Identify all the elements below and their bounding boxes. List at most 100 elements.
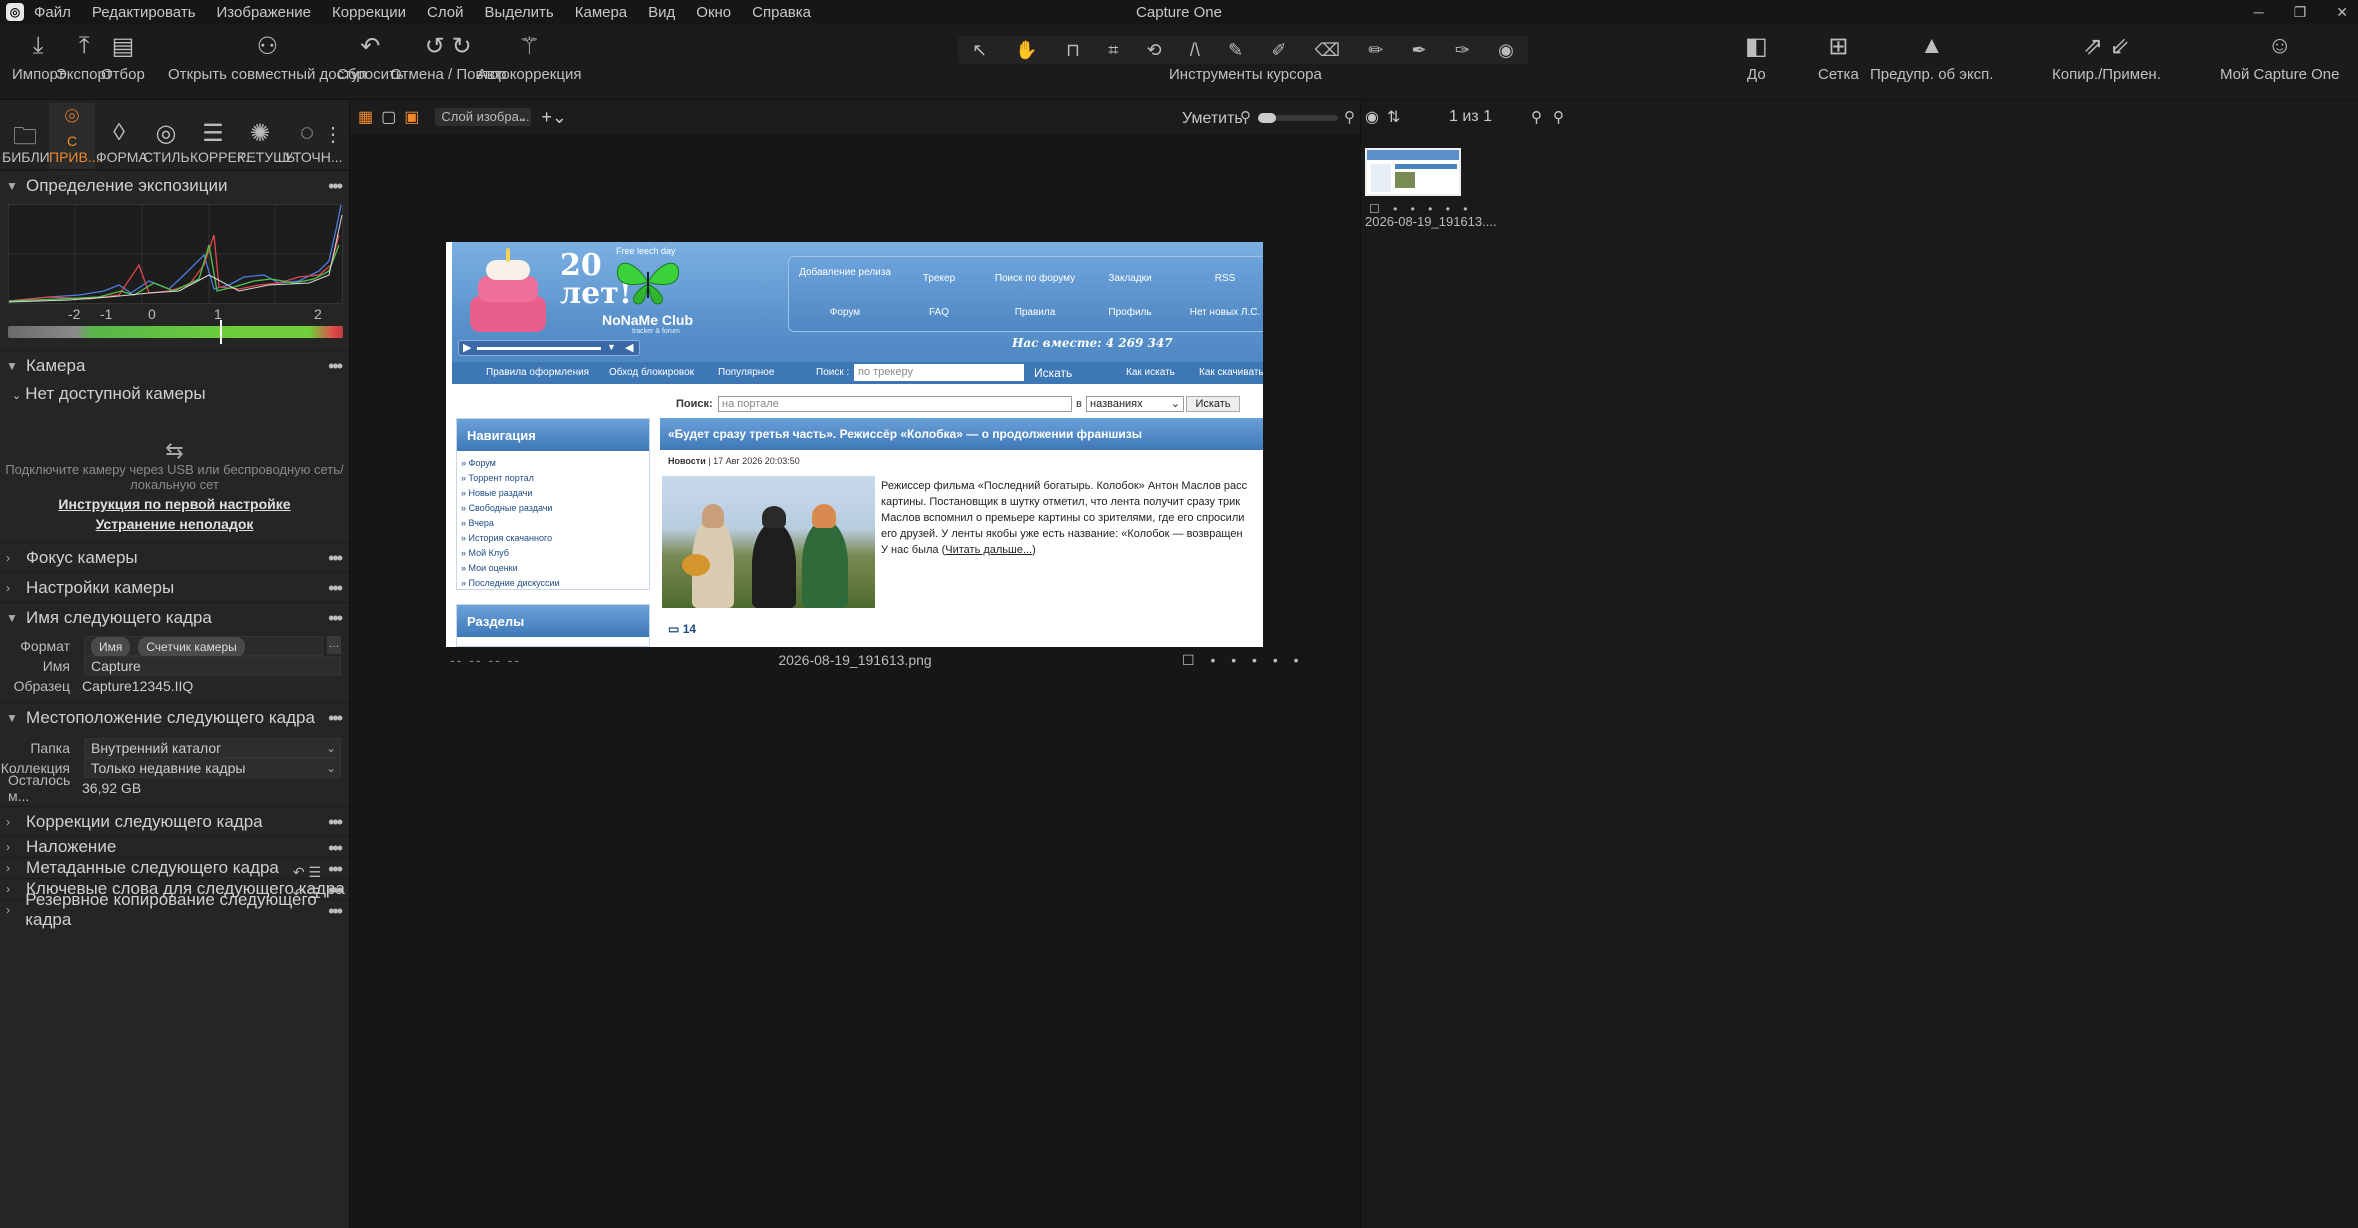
menu-layer[interactable]: Слой bbox=[427, 4, 463, 21]
subnav-popular[interactable]: Популярное bbox=[718, 367, 774, 378]
menu-select[interactable]: Выделить bbox=[485, 4, 554, 21]
portal-search-button[interactable]: Искать bbox=[1186, 396, 1240, 412]
gradient-tool-icon[interactable]: ✏ bbox=[1368, 40, 1383, 61]
nav-link[interactable]: » Свободные раздачи bbox=[461, 501, 649, 516]
nav-link[interactable]: » Последние дискуссии bbox=[461, 576, 649, 591]
more-icon[interactable]: ••• bbox=[328, 812, 343, 833]
layer-select[interactable]: Слой изобра... ⌄ bbox=[435, 108, 532, 126]
nav-tracker[interactable]: Трекер bbox=[891, 273, 987, 284]
tab-library[interactable]: 🗀 БИБЛИ... bbox=[2, 119, 61, 169]
more-icon[interactable]: ••• bbox=[328, 859, 343, 880]
how-search-link[interactable]: Как искать bbox=[1126, 367, 1175, 378]
menu-edit[interactable]: Редактировать bbox=[92, 4, 196, 21]
player-progress[interactable] bbox=[477, 347, 601, 350]
nav-link[interactable]: » История скачанного bbox=[461, 531, 649, 546]
more-tabs-icon[interactable]: ⋮ bbox=[323, 122, 343, 147]
menu-camera[interactable]: Камера bbox=[575, 4, 627, 21]
more-icon[interactable]: ••• bbox=[328, 708, 343, 729]
nav-link[interactable]: » Вчера bbox=[461, 516, 649, 531]
crop-tool-icon[interactable]: ⌗ bbox=[1108, 40, 1118, 61]
zoom-in-icon[interactable]: ⚲ bbox=[1344, 108, 1355, 126]
article-category[interactable]: Новости bbox=[668, 456, 706, 466]
eye-icon[interactable]: ◉ bbox=[1365, 107, 1379, 127]
article-photo[interactable] bbox=[662, 476, 875, 608]
hand-tool-icon[interactable]: ✋ bbox=[1015, 40, 1037, 61]
tab-adjustments[interactable]: ☰ КОРРЕК... bbox=[190, 119, 257, 169]
grid-button[interactable]: ⊞ Сетка bbox=[1818, 32, 1859, 84]
troubleshoot-link[interactable]: Устранение неполадок bbox=[0, 516, 349, 532]
menu-view[interactable]: Вид bbox=[648, 4, 675, 21]
chevron-down-icon[interactable]: ▼ bbox=[607, 342, 616, 352]
copy-apply-button[interactable]: ⇗ ⇙ Копир./Примен. bbox=[2052, 32, 2161, 84]
folder-select[interactable]: Внутренний каталог ⌄ bbox=[84, 738, 341, 758]
tracker-search-input[interactable]: по трекеру bbox=[854, 364, 1024, 381]
viewer-image[interactable]: Free leech day 20 лет! NoNaMe Club track… bbox=[446, 242, 1263, 647]
menu-window[interactable]: Окно bbox=[696, 4, 731, 21]
nav-rules[interactable]: Правила bbox=[987, 307, 1083, 318]
nav-faq[interactable]: FAQ bbox=[891, 307, 987, 318]
menu-adjustments[interactable]: Коррекции bbox=[332, 4, 406, 21]
my-capture-one-button[interactable]: ☺ Мой Capture One bbox=[2220, 32, 2339, 83]
more-icon[interactable]: ••• bbox=[328, 548, 343, 569]
more-icon[interactable]: ••• bbox=[328, 838, 343, 859]
section-overlay[interactable]: › Наложение ••• bbox=[0, 836, 349, 859]
section-next-adjustments[interactable]: › Коррекции следующего кадра ••• bbox=[0, 806, 349, 836]
select-button[interactable]: ▤ Отбор bbox=[101, 32, 145, 84]
token-counter[interactable]: Счетчик камеры bbox=[138, 637, 245, 657]
zoom-fit-label[interactable]: Уметить bbox=[1182, 110, 1243, 128]
nav-link[interactable]: » Новые раздачи bbox=[461, 486, 649, 501]
zoom-out-icon[interactable]: ⚲ bbox=[1240, 108, 1251, 126]
pointer-tool-icon[interactable]: ↖ bbox=[972, 40, 987, 61]
nav-bookmarks[interactable]: Закладки bbox=[1082, 273, 1178, 284]
tab-style[interactable]: ◎ СТИЛЬ bbox=[143, 119, 190, 169]
tracker-search-button[interactable]: Искать bbox=[1034, 366, 1072, 380]
setup-guide-link[interactable]: Инструкция по первой настройке bbox=[0, 496, 349, 512]
grid-view-icon[interactable]: ▦ bbox=[358, 107, 373, 127]
filmstrip-view-icon[interactable]: ▣ bbox=[404, 107, 419, 127]
subnav-rules[interactable]: Правила оформления bbox=[486, 367, 589, 378]
tab-lens[interactable]: ◊ ФОРМА bbox=[96, 119, 148, 169]
section-camera-settings[interactable]: › Настройки камеры ••• bbox=[0, 572, 349, 602]
comments-count[interactable]: ▭ 14 bbox=[668, 622, 696, 636]
how-download-link[interactable]: Как скачивать bbox=[1199, 367, 1263, 378]
rotate-tool-icon[interactable]: ⟲ bbox=[1147, 40, 1162, 61]
volume-icon[interactable]: ◀ bbox=[625, 341, 633, 354]
more-icon[interactable]: ••• bbox=[328, 578, 343, 599]
read-more-link[interactable]: Читать дальше... bbox=[945, 544, 1032, 556]
tab-retouch[interactable]: ✺ РЕТУШЬ bbox=[237, 119, 295, 169]
annotate-tool-icon[interactable]: ◉ bbox=[1498, 40, 1514, 61]
close-icon[interactable]: ✕ bbox=[2336, 4, 2348, 21]
section-camera-focus[interactable]: › Фокус камеры ••• bbox=[0, 542, 349, 572]
sort-icon[interactable]: ⇅ bbox=[1387, 107, 1400, 127]
add-layer-icon[interactable]: +⌄ bbox=[541, 107, 567, 128]
format-field[interactable]: Имя Счетчик камеры bbox=[84, 636, 323, 657]
menu-help[interactable]: Справка bbox=[752, 4, 811, 21]
section-camera[interactable]: ▼ Камера ••• bbox=[0, 350, 349, 380]
more-icon[interactable]: ••• bbox=[328, 901, 343, 922]
search-icon[interactable]: ⚲ bbox=[1553, 108, 1564, 126]
zoom-knob[interactable] bbox=[1258, 113, 1276, 123]
zoom-slider[interactable] bbox=[1258, 113, 1338, 123]
collection-select[interactable]: Только недавние кадры ⌄ bbox=[84, 758, 341, 778]
menu-image[interactable]: Изображение bbox=[217, 4, 312, 21]
section-next-location[interactable]: ▼ Местоположение следующего кадра ••• bbox=[0, 702, 349, 732]
checkbox-icon[interactable]: ☐ bbox=[1182, 652, 1201, 668]
nav-add-release[interactable]: Добавление релиза bbox=[797, 267, 893, 278]
stamp-tool-icon[interactable]: ⊓ bbox=[1066, 40, 1080, 61]
portal-search-input[interactable]: на портале bbox=[718, 396, 1072, 412]
thumbnail-image[interactable] bbox=[1365, 148, 1461, 196]
nav-rss[interactable]: RSS bbox=[1177, 273, 1263, 284]
section-next-name[interactable]: ▼ Имя следующего кадра ••• bbox=[0, 602, 349, 632]
nav-forum-search[interactable]: Поиск по форуму bbox=[987, 273, 1083, 284]
rating-dots[interactable]: ☐ • • • • • bbox=[1182, 652, 1305, 669]
maximize-icon[interactable]: ❐ bbox=[2294, 4, 2307, 21]
nav-link[interactable]: » Форум bbox=[461, 456, 649, 471]
portal-search-select[interactable]: названиях ⌄ bbox=[1086, 396, 1184, 412]
single-view-icon[interactable]: ▢ bbox=[381, 107, 396, 127]
token-name[interactable]: Имя bbox=[91, 637, 131, 657]
section-next-metadata[interactable]: › Метаданные следующего кадра ↶ ☰ ••• bbox=[0, 857, 349, 880]
before-button[interactable]: ◧ До bbox=[1745, 32, 1768, 84]
no-camera-label[interactable]: ⌄ Нет доступной камеры bbox=[12, 384, 206, 404]
nav-messages[interactable]: Нет новых Л.С. bbox=[1177, 307, 1263, 318]
menu-file[interactable]: Файл bbox=[34, 4, 71, 21]
